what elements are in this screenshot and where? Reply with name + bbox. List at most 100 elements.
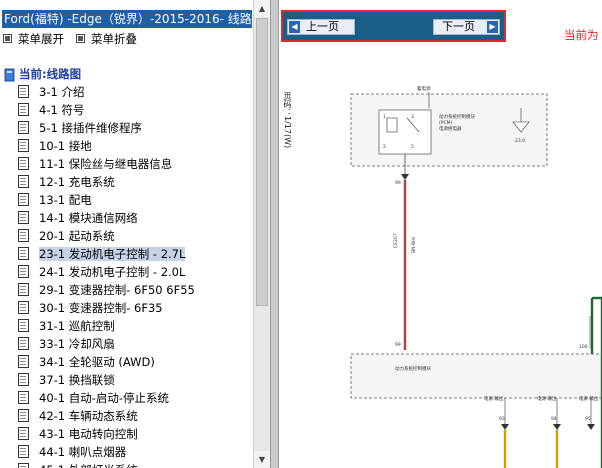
module-label: 动力系统控制模块 xyxy=(395,365,431,372)
ground-label: 23.0 xyxy=(515,138,525,144)
expand-icon xyxy=(3,34,12,43)
svg-text:3: 3 xyxy=(411,114,414,120)
next-page-button[interactable]: 下一页 ▶ xyxy=(433,19,500,35)
tree-item-label: 44-1 喇叭点烟器 xyxy=(39,445,127,459)
document-icon xyxy=(18,319,29,332)
wire-code-label: CE207 xyxy=(393,233,399,248)
tree-item[interactable]: 29-1 变速器控制- 6F50 6F55 xyxy=(18,282,195,299)
tree-item[interactable]: 44-1 喇叭点烟器 xyxy=(18,444,126,461)
tree-item-label: 33-1 冷却风扇 xyxy=(39,337,115,351)
tree-item[interactable]: 24-1 发动机电子控制 - 2.0L xyxy=(18,264,185,281)
pcm-module-box xyxy=(350,353,602,399)
tree-item[interactable]: 13-1 配电 xyxy=(18,192,92,209)
document-icon xyxy=(18,157,29,170)
tree-item-label: 10-1 接地 xyxy=(39,139,92,153)
document-icon xyxy=(18,283,29,296)
tree-item-label: 40-1 自动-启动-停止系统 xyxy=(39,391,170,405)
output-pin-3: 95 xyxy=(585,416,591,422)
document-icon xyxy=(18,355,29,368)
tree-item[interactable]: 31-1 巡航控制 xyxy=(18,318,115,335)
document-icon xyxy=(18,85,29,98)
output-pin-1: 93 xyxy=(499,416,505,422)
svg-text:2: 2 xyxy=(383,144,386,150)
relay-label-1: 动力系统控制模块 xyxy=(439,113,475,120)
pin-left-label: 100 xyxy=(579,344,588,350)
top-supply-label: 蓄电源 xyxy=(417,85,431,92)
tree-item-label: 3-1 介绍 xyxy=(39,85,85,99)
document-icon xyxy=(18,409,29,422)
tree-item-label: 20-1 起动系统 xyxy=(39,229,115,243)
scroll-up-arrow-icon[interactable]: ▲ xyxy=(254,0,270,17)
prev-page-label: 上一页 xyxy=(306,20,339,33)
tree-item[interactable]: 20-1 起动系统 xyxy=(18,228,115,245)
output-label-2: 电源 输出 xyxy=(537,395,557,402)
document-icon xyxy=(18,103,29,116)
tree-item-label: 34-1 全轮驱动 (AWD) xyxy=(39,355,155,369)
window-title: Ford(福特) -Edge（锐界）-2015-2016- 线路图 xyxy=(2,10,252,28)
current-page-text: 当前为 xyxy=(564,28,599,42)
output-label-3: 电源 输出 xyxy=(579,395,599,402)
tree-item-label: 13-1 配电 xyxy=(39,193,92,207)
document-icon xyxy=(18,301,29,314)
document-icon xyxy=(18,139,29,152)
page-nav-bar: ◀ 上一页 下一页 ▶ 当前为 xyxy=(279,0,602,48)
tree-item[interactable]: 5-1 接插件维修程序 xyxy=(18,120,142,137)
svg-text:5: 5 xyxy=(411,144,414,150)
scroll-down-arrow-icon[interactable]: ▼ xyxy=(254,451,270,468)
tree-item[interactable]: 23-1 发动机电子控制 - 2.7L xyxy=(18,246,186,263)
tree-item-label: 4-1 符号 xyxy=(39,103,85,117)
tree-item[interactable]: 12-1 充电系统 xyxy=(18,174,115,191)
collapse-menu-button[interactable]: 菜单折叠 xyxy=(76,31,137,47)
relay-label-2: (PCM) xyxy=(439,120,452,126)
tree-item[interactable]: 33-1 冷却风扇 xyxy=(18,336,115,353)
book-icon xyxy=(4,68,15,81)
document-icon xyxy=(18,427,29,440)
tree-item[interactable]: 45-1 外部灯光系统 xyxy=(18,462,138,468)
tree-item[interactable]: 40-1 自动-启动-停止系统 xyxy=(18,390,169,407)
document-icon xyxy=(18,121,29,134)
tree-item[interactable]: 3-1 介绍 xyxy=(18,84,84,101)
tree-root-node[interactable]: 当前:线路图 xyxy=(4,66,81,82)
expand-menu-label: 菜单展开 xyxy=(18,32,64,46)
document-icon xyxy=(18,211,29,224)
expand-menu-button[interactable]: 菜单展开 xyxy=(3,31,64,47)
pin-top-label: 99 xyxy=(395,180,401,186)
next-page-label: 下一页 xyxy=(442,20,475,33)
tree-item-label: 30-1 变速器控制- 6F35 xyxy=(39,301,163,315)
document-icon xyxy=(18,193,29,206)
tree-item-label: 23-1 发动机电子控制 - 2.7L xyxy=(39,247,186,261)
pane-splitter[interactable] xyxy=(270,0,279,468)
tree-item[interactable]: 4-1 符号 xyxy=(18,102,84,119)
tree-scrollbar[interactable]: ▲ ▼ xyxy=(253,0,270,468)
tree-item[interactable]: 42-1 车辆动态系统 xyxy=(18,408,138,425)
arrow-left-icon: ◀ xyxy=(289,21,300,33)
scroll-thumb[interactable] xyxy=(256,18,268,306)
tree-item[interactable]: 14-1 模块通信网络 xyxy=(18,210,138,227)
tree-item[interactable]: 34-1 全轮驱动 (AWD) xyxy=(18,354,155,371)
wire-color-label: BN-WH xyxy=(411,237,417,253)
collapse-icon xyxy=(76,34,85,43)
document-icon xyxy=(18,337,29,350)
tree-item[interactable]: 30-1 变速器控制- 6F35 xyxy=(18,300,163,317)
tree-item-label: 43-1 电动转向控制 xyxy=(39,427,138,441)
navigation-panel: Ford(福特) -Edge（锐界）-2015-2016- 线路图 菜单展开 菜… xyxy=(0,0,253,468)
output-pin-2: 94 xyxy=(551,416,557,422)
tree-root-label: 当前:线路图 xyxy=(19,67,82,81)
tree-item-label: 37-1 换挡联锁 xyxy=(39,373,115,387)
tree-item[interactable]: 43-1 电动转向控制 xyxy=(18,426,138,443)
tree-item-label: 24-1 发动机电子控制 - 2.0L xyxy=(39,265,186,279)
tree-item-label: 11-1 保险丝与继电器信息 xyxy=(39,157,173,171)
pin-bottom-label: 99 xyxy=(395,342,401,348)
document-icon xyxy=(18,445,29,458)
tree-item[interactable]: 10-1 接地 xyxy=(18,138,92,155)
page-nav-group: ◀ 上一页 下一页 ▶ xyxy=(281,10,506,42)
tree-item-label: 29-1 变速器控制- 6F50 6F55 xyxy=(39,283,195,297)
tree-item[interactable]: 37-1 换挡联锁 xyxy=(18,372,115,389)
document-icon xyxy=(18,265,29,278)
prev-page-button[interactable]: ◀ 上一页 xyxy=(287,19,355,35)
tree-item[interactable]: 11-1 保险丝与继电器信息 xyxy=(18,156,172,173)
tree-item-label: 42-1 车辆动态系统 xyxy=(39,409,138,423)
document-icon xyxy=(18,391,29,404)
tree-item-label: 5-1 接插件维修程序 xyxy=(39,121,142,135)
diagram-viewer: ◀ 上一页 下一页 ▶ 当前为 页码：1/17(W) 蓄电源 1 3 2 5 动… xyxy=(279,0,602,468)
